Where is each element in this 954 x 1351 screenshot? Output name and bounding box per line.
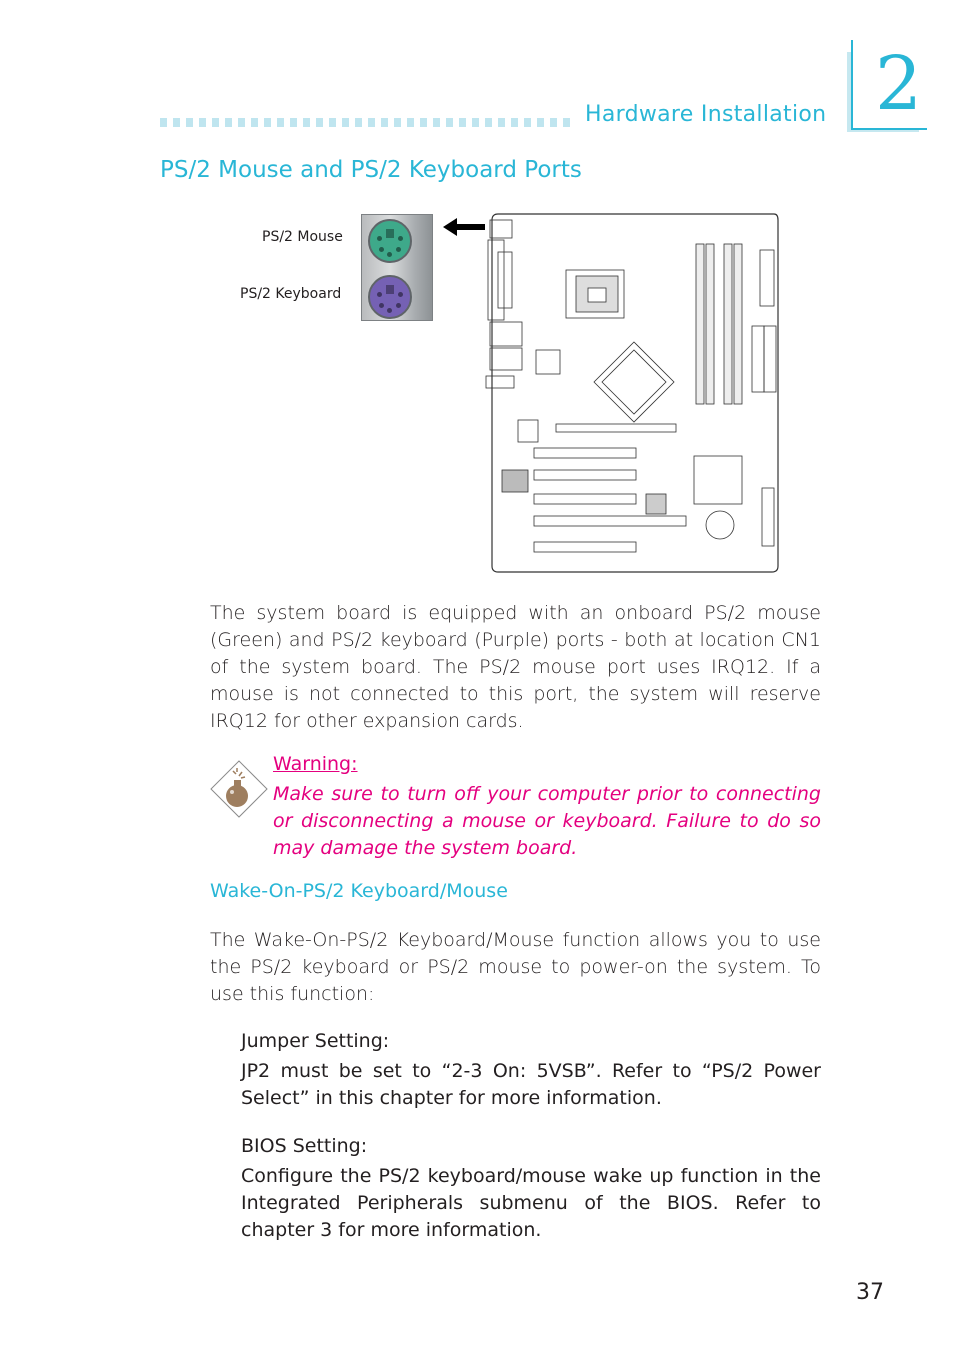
- figure-label-mouse: PS/2 Mouse: [262, 229, 343, 245]
- ps2-mouse-port: [368, 219, 412, 263]
- page-title: PS/2 Mouse and PS/2 Keyboard Ports: [160, 157, 582, 183]
- bios-setting-text: Configure the PS/2 keyboard/mouse wake u…: [241, 1165, 821, 1241]
- jumper-setting-title: Jumper Setting:: [241, 1030, 390, 1052]
- page-number: 37: [856, 1280, 884, 1305]
- section-title: Hardware Installation: [585, 102, 827, 127]
- motherboard-layout-diagram: [485, 213, 779, 573]
- figure-label-keyboard: PS/2 Keyboard: [240, 286, 342, 302]
- intro-paragraph: The system board is equipped with an onb…: [210, 602, 821, 732]
- chapter-badge: 2: [843, 40, 927, 132]
- warning-text: Make sure to turn off your computer prio…: [273, 783, 821, 859]
- bios-setting-title: BIOS Setting:: [241, 1135, 368, 1157]
- header-dotted-rule: [160, 118, 572, 127]
- ps2-port-photo: [361, 214, 433, 321]
- wake-paragraph: The Wake-On-PS/2 Keyboard/Mouse function…: [210, 929, 821, 1005]
- chapter-badge-frame: 2: [851, 40, 927, 130]
- warning-title: Warning:: [273, 753, 358, 775]
- ps2-keyboard-port: [368, 275, 412, 319]
- arrow-left-icon: [443, 218, 485, 236]
- chapter-number: 2: [875, 41, 923, 127]
- wake-heading: Wake-On-PS/2 Keyboard/Mouse: [210, 880, 508, 902]
- bomb-warning-icon: [210, 760, 268, 818]
- jumper-setting-text: JP2 must be set to “2-3 On: 5VSB”. Refer…: [241, 1060, 821, 1109]
